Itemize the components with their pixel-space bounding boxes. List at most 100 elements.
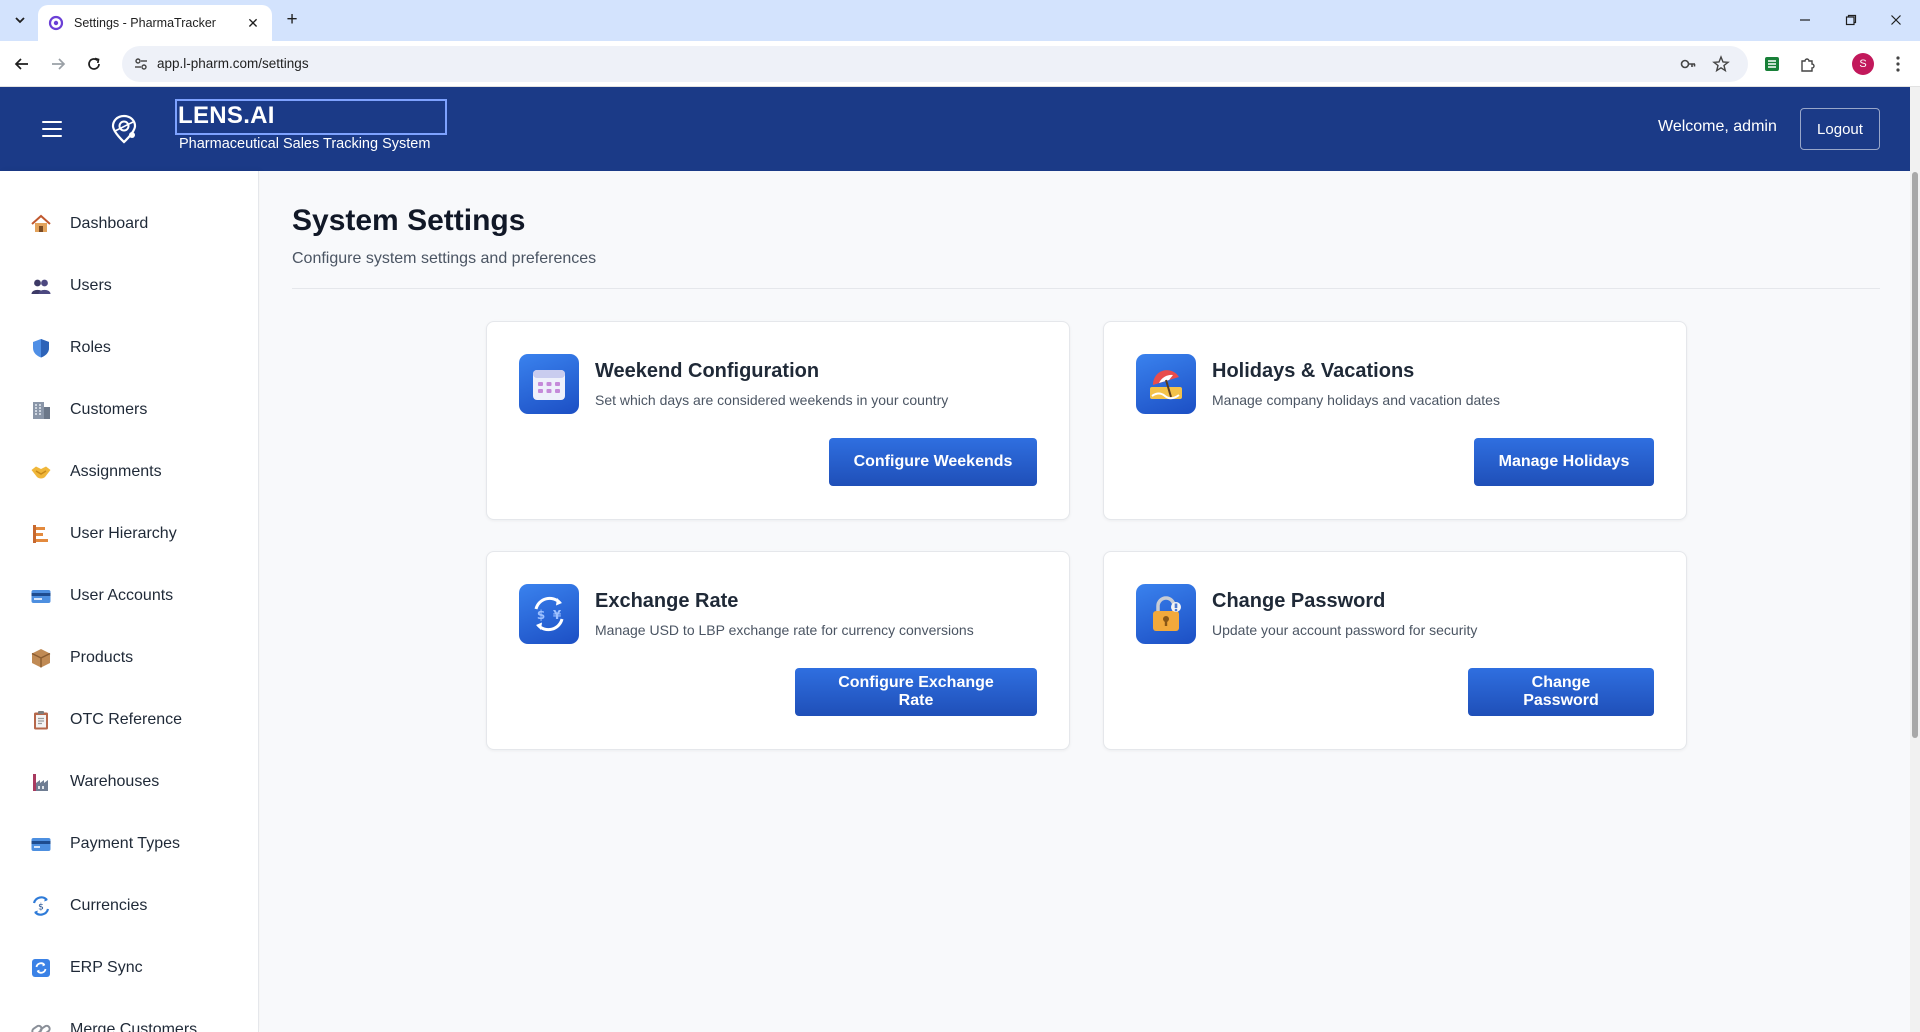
sync-icon [30,957,52,979]
currency-exchange-icon: $ ¥ [519,584,579,644]
sidebar-item-products[interactable]: Products [0,633,258,683]
sidebar-item-otc-reference[interactable]: OTC Reference [0,695,258,745]
profile-avatar[interactable]: S [1852,53,1874,75]
logout-button[interactable]: Logout [1800,108,1880,150]
svg-text:$: $ [537,608,545,622]
sidebar: Dashboard Users Roles Customers Assignme… [0,171,259,1032]
building-icon [30,399,52,421]
lock-icon [1136,584,1196,644]
browser-menu-icon[interactable] [1887,53,1909,75]
configure-weekends-button[interactable]: Configure Weekends [829,438,1037,486]
browser-tab-active[interactable]: Settings - PharmaTracker ✕ [38,5,272,41]
back-arrow-icon[interactable] [9,51,35,77]
brand-name[interactable]: LENS.AI [178,102,275,130]
sidebar-item-erp-sync[interactable]: ERP Sync [0,943,258,993]
sidebar-item-label: User Accounts [70,587,174,604]
sidebar-item-label: Payment Types [70,835,180,852]
sidebar-item-label: ERP Sync [70,959,143,976]
card-description: Manage company holidays and vacation dat… [1212,392,1500,408]
card-title: Exchange Rate [595,590,739,612]
change-password-button[interactable]: Change Password [1468,668,1654,716]
hamburger-menu-icon[interactable] [40,118,64,140]
sidebar-item-users[interactable]: Users [0,261,258,311]
sidebar-item-roles[interactable]: Roles [0,323,258,373]
configure-exchange-rate-button[interactable]: Configure Exchange Rate [795,668,1037,716]
pharmatracker-favicon-icon [48,15,64,31]
sidebar-item-label: OTC Reference [70,711,183,728]
sidebar-item-label: Merge Customers [70,1021,198,1032]
sidebar-item-user-accounts[interactable]: User Accounts [0,571,258,621]
sidebar-item-user-hierarchy[interactable]: User Hierarchy [0,509,258,559]
sidebar-item-warehouses[interactable]: Warehouses [0,757,258,807]
minimize-icon[interactable] [1793,8,1817,32]
card-description: Update your account password for securit… [1212,622,1478,638]
reload-icon[interactable] [81,51,107,77]
password-key-icon[interactable] [1678,54,1698,74]
handshake-icon [30,461,52,483]
new-tab-plus-icon[interactable]: + [281,9,303,31]
card-title: Holidays & Vacations [1212,360,1415,382]
settings-card-weekend: Weekend Configuration Set which days are… [486,321,1070,520]
divider [292,288,1880,289]
sidebar-item-customers[interactable]: Customers [0,385,258,435]
page-subtitle: Configure system settings and preference… [292,250,597,267]
tab-title: Settings - PharmaTracker [74,16,216,30]
svg-text:$: $ [38,903,44,913]
forward-arrow-icon[interactable] [45,51,71,77]
site-info-icon[interactable] [132,55,150,73]
sidebar-item-label: Customers [70,401,148,418]
id-card-icon [30,585,52,607]
factory-icon [30,771,52,793]
manage-holidays-button[interactable]: Manage Holidays [1474,438,1654,486]
settings-card-holidays: Holidays & Vacations Manage company holi… [1103,321,1687,520]
sidebar-item-assignments[interactable]: Assignments [0,447,258,497]
sidebar-item-label: User Hierarchy [70,525,177,542]
browser-toolbar: app.l-pharm.com/settings S [0,41,1920,87]
link-icon [30,1019,52,1032]
sidebar-item-label: Currencies [70,897,148,914]
users-icon [30,275,52,297]
page-scrollbar-thumb[interactable] [1912,172,1918,738]
currency-exchange-icon: $ [30,895,52,917]
sidebar-item-currencies[interactable]: $ Currencies [0,881,258,931]
url-text[interactable]: app.l-pharm.com/settings [157,56,309,71]
sidebar-item-label: Products [70,649,134,666]
hierarchy-icon [30,523,52,545]
card-title: Weekend Configuration [595,360,820,382]
app-header: LENS.AI Pharmaceutical Sales Tracking Sy… [0,87,1910,171]
sidebar-item-label: Roles [70,339,111,356]
package-icon [30,647,52,669]
sidebar-item-merge-customers[interactable]: Merge Customers [0,1005,258,1032]
welcome-message: Welcome, admin [1658,118,1777,135]
restore-icon[interactable] [1839,8,1863,32]
sidebar-item-label: Users [70,277,112,294]
page-title: System Settings [292,204,526,237]
extension-sheet-icon[interactable] [1761,53,1783,75]
main-content: System Settings Configure system setting… [260,171,1910,1032]
card-description: Set which days are considered weekends i… [595,392,949,408]
svg-text:¥: ¥ [553,608,562,622]
extensions-puzzle-icon[interactable] [1797,53,1819,75]
card-title: Change Password [1212,590,1386,612]
settings-card-exchange-rate: $ ¥ Exchange Rate Manage USD to LBP exch… [486,551,1070,750]
house-icon [30,213,52,235]
brand-subtitle: Pharmaceutical Sales Tracking System [179,136,431,152]
sidebar-item-payment-types[interactable]: Payment Types [0,819,258,869]
address-bar[interactable]: app.l-pharm.com/settings [122,46,1748,82]
card-description: Manage USD to LBP exchange rate for curr… [595,622,974,638]
credit-card-icon [30,833,52,855]
sidebar-item-label: Dashboard [70,215,149,232]
sidebar-item-dashboard[interactable]: Dashboard [0,199,258,249]
sidebar-item-label: Assignments [70,463,162,480]
tab-close-icon[interactable]: ✕ [244,14,262,32]
bookmark-star-icon[interactable] [1711,54,1731,74]
calendar-icon [519,354,579,414]
beach-umbrella-icon [1136,354,1196,414]
settings-card-change-password: Change Password Update your account pass… [1103,551,1687,750]
window-close-icon[interactable] [1884,8,1908,32]
browser-tabstrip: Settings - PharmaTracker ✕ + [0,0,1920,41]
clipboard-icon [30,709,52,731]
tab-search-chevron-icon[interactable] [8,8,32,32]
brand-logo-icon [111,114,137,144]
sidebar-item-label: Warehouses [70,773,160,790]
